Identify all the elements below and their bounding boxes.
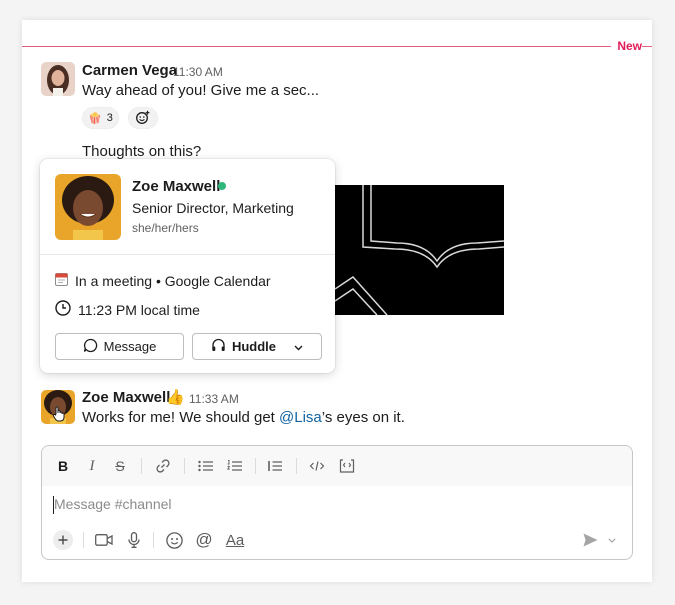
message-composer: B I S Message #channel @ Aa [41, 445, 633, 560]
emoji-icon[interactable] [165, 530, 183, 550]
add-button[interactable] [53, 530, 73, 550]
reaction-popcorn[interactable]: 🍿 3 [82, 107, 119, 129]
formatting-toolbar: B I S [42, 446, 632, 486]
message-input[interactable]: Message #channel [54, 496, 172, 512]
message-button[interactable]: Message [55, 333, 184, 360]
blockquote-icon[interactable] [267, 457, 283, 475]
profile-status: In a meeting • Google Calendar [55, 272, 271, 289]
hand-cursor-icon [52, 406, 66, 427]
toolbar-divider [141, 458, 142, 474]
carmen-vega-avatar[interactable] [41, 62, 75, 96]
plus-icon [53, 530, 73, 550]
message-text: Works for me! We should get @Lisa’s eyes… [82, 409, 405, 426]
code-block-icon[interactable] [338, 457, 356, 475]
bold-icon[interactable]: B [56, 457, 70, 475]
message-author[interactable]: Carmen Vega [82, 62, 177, 79]
profile-status-text: In a meeting • Google Calendar [75, 272, 271, 289]
profile-name: Zoe Maxwell [132, 178, 221, 195]
huddle-button-label: Huddle [231, 339, 277, 354]
clock-icon [55, 300, 71, 319]
toolbar-divider [296, 458, 297, 474]
code-icon[interactable] [308, 457, 326, 475]
profile-avatar[interactable] [55, 174, 121, 240]
bulleted-list-icon[interactable] [197, 457, 213, 475]
headphones-icon [211, 338, 226, 355]
toolbar-divider [83, 532, 84, 548]
profile-divider [40, 254, 335, 255]
message-text: Way ahead of you! Give me a sec... [82, 82, 320, 99]
profile-local-time: 11:23 PM local time [55, 300, 200, 319]
italic-icon[interactable]: I [85, 457, 99, 475]
chevron-down-icon[interactable] [294, 339, 303, 354]
message-button-label: Message [103, 339, 157, 354]
video-icon[interactable] [95, 530, 113, 550]
new-messages-divider [22, 46, 652, 47]
reaction-count: 3 [106, 112, 113, 124]
numbered-list-icon[interactable] [226, 457, 242, 475]
add-reaction-button[interactable] [128, 107, 158, 129]
mention-icon[interactable]: @ [195, 530, 213, 550]
toolbar-divider [153, 532, 154, 548]
message-text-start: Works for me! We should get [82, 409, 280, 426]
link-icon[interactable] [154, 457, 172, 475]
calendar-icon [55, 272, 68, 289]
microphone-icon[interactable] [127, 530, 141, 550]
thumbs-up-emoji: 👍 [166, 389, 185, 406]
message-text: Thoughts on this? [82, 143, 202, 160]
book-illustration [335, 185, 504, 315]
message-pane: New Carmen Vega 11:30 AM Way ahead of yo… [22, 20, 652, 582]
message-author[interactable]: Zoe Maxwell [82, 389, 170, 406]
attached-image[interactable] [335, 185, 504, 315]
local-time-text: 11:23 PM local time [78, 301, 200, 318]
huddle-button[interactable]: Huddle [192, 333, 322, 360]
send-icon[interactable] [582, 530, 598, 550]
formatting-icon[interactable]: Aa [224, 530, 246, 550]
send-options-chevron-icon[interactable] [607, 530, 617, 550]
profile-title: Senior Director, Marketing [132, 200, 294, 216]
popcorn-emoji: 🍿 [88, 112, 102, 125]
user-mention[interactable]: @Lisa [279, 409, 322, 426]
toolbar-divider [184, 458, 185, 474]
toolbar-divider [255, 458, 256, 474]
presence-active-icon [218, 182, 226, 190]
message-bubble-icon [83, 338, 98, 356]
message-timestamp[interactable]: 11:33 AM [189, 392, 239, 406]
profile-card: Zoe Maxwell Senior Director, Marketing s… [40, 159, 335, 373]
message-text-end: ’s eyes on it. [321, 409, 405, 426]
strikethrough-icon[interactable]: S [113, 457, 127, 475]
profile-pronouns: she/her/hers [132, 221, 199, 235]
new-messages-label: New [611, 39, 642, 53]
message-timestamp[interactable]: 11:30 AM [173, 65, 223, 79]
add-emoji-icon [135, 110, 151, 127]
